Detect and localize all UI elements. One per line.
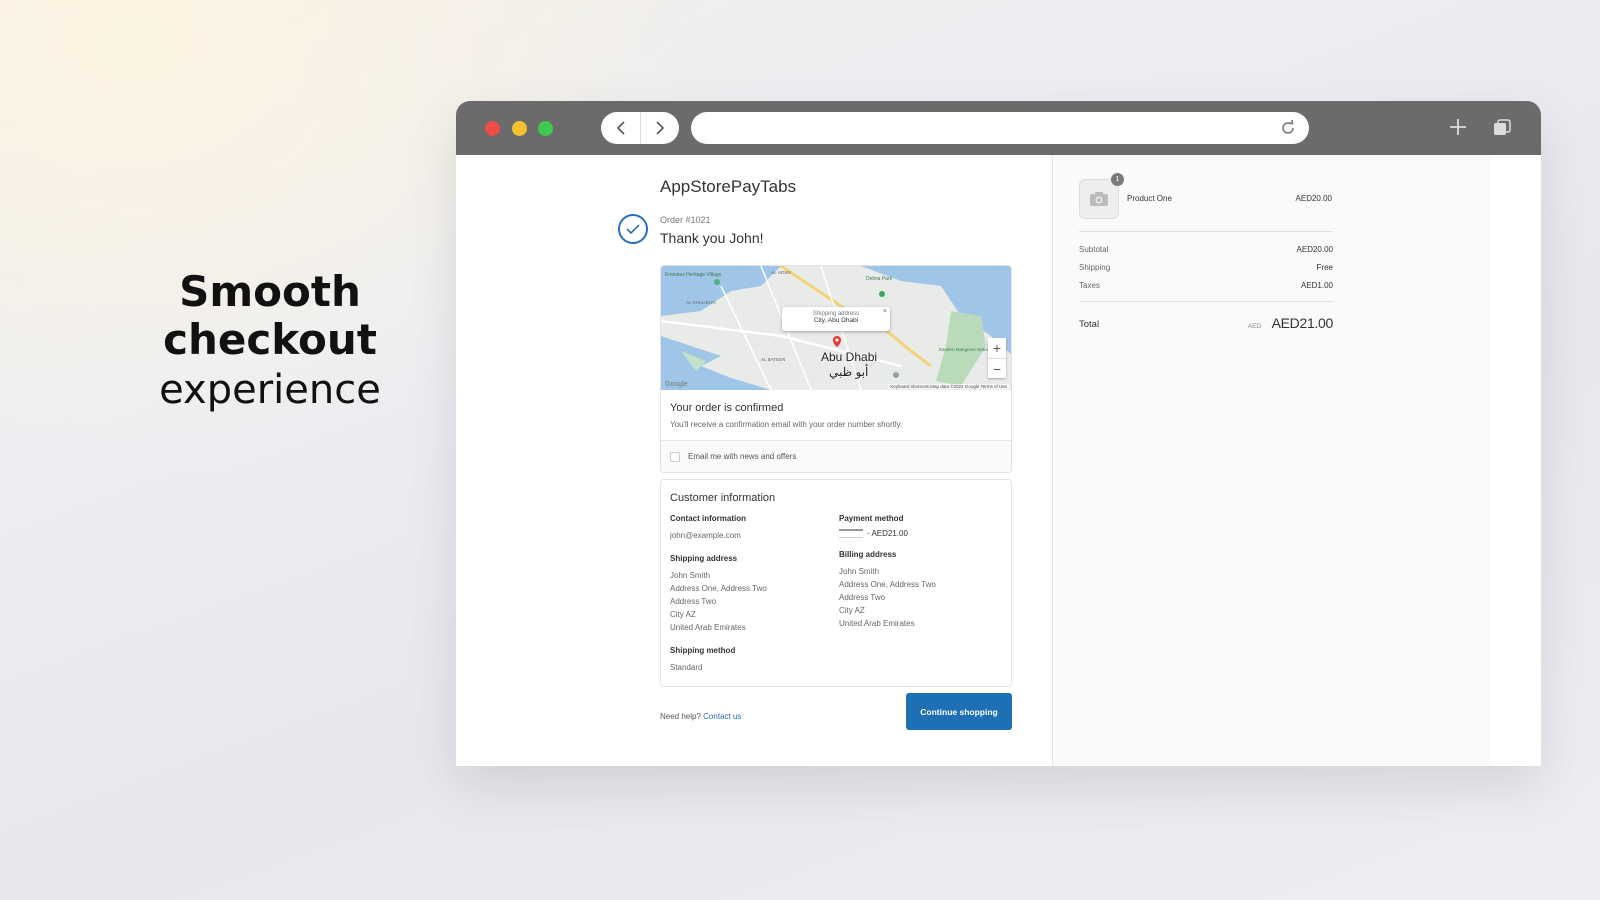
thank-you-heading: Thank you John! <box>660 230 764 246</box>
map-info-popup[interactable]: Shipping address City, Abu Dhabi × <box>782 307 890 331</box>
chevron-right-icon <box>656 121 665 135</box>
product-name: Product One <box>1127 194 1172 203</box>
confirmation-title: Your order is confirmed <box>670 402 784 414</box>
headline-line-1: Smooth <box>179 267 361 316</box>
divider <box>1079 301 1333 302</box>
email-opt-in-checkbox[interactable] <box>670 451 680 462</box>
billing-address-label: Billing address <box>839 550 897 559</box>
browser-toolbar <box>456 101 1541 155</box>
reload-icon[interactable] <box>1279 119 1297 137</box>
map-zoom-controls: + − <box>988 338 1006 378</box>
map-label-heritage-village: Emirates Heritage Village <box>665 272 722 278</box>
back-button[interactable] <box>601 112 640 144</box>
map-label-bateen: AL BATEEN <box>761 357 785 362</box>
zoom-in-button[interactable]: + <box>988 338 1006 358</box>
divider <box>1079 231 1333 232</box>
customer-info-title: Customer information <box>670 492 776 504</box>
shipping-address-line: City AZ <box>670 610 696 619</box>
map-label-delma-park: Delma Park <box>866 276 893 282</box>
payment-method-label: Payment method <box>839 514 904 523</box>
map-attribution[interactable]: Keyboard shortcuts Map data ©2022 Google… <box>888 384 1009 389</box>
subtotal-row: Subtotal AED20.00 <box>1079 245 1333 254</box>
payment-method-value-row: - AED21.00 <box>839 529 1004 538</box>
shipping-row: Shipping Free <box>1079 263 1333 272</box>
google-logo: Google <box>665 381 688 388</box>
billing-address-line: United Arab Emirates <box>839 619 915 628</box>
minimize-window-button[interactable] <box>512 121 527 136</box>
continue-shopping-button[interactable]: Continue shopping <box>906 693 1012 730</box>
shipping-value: Free <box>1316 263 1333 272</box>
order-summary-panel: 1 Product One AED20.00 Subtotal AED20.00… <box>1052 155 1491 766</box>
total-label: Total <box>1079 318 1100 330</box>
contact-info-value: john@example.com <box>670 531 741 540</box>
product-price: AED20.00 <box>1295 194 1332 203</box>
need-help-label: Need help? <box>660 712 701 721</box>
contact-us-link[interactable]: Contact us <box>703 712 741 721</box>
popup-value: City, Abu Dhabi <box>813 317 859 324</box>
forward-button[interactable] <box>640 112 679 144</box>
close-window-button[interactable] <box>485 121 500 136</box>
address-bar[interactable] <box>691 112 1309 144</box>
navigation-buttons <box>601 112 679 144</box>
product-thumbnail <box>1079 179 1119 219</box>
taxes-value: AED1.00 <box>1300 281 1333 290</box>
total-row: Total AED AED21.00 <box>1079 315 1333 333</box>
map-city-label: Abu Dhabi <box>821 350 878 364</box>
email-opt-in-label[interactable]: Email me with news and offers <box>688 452 796 461</box>
credit-card-icon <box>839 529 863 538</box>
map-label-hosn: AL HOSN <box>771 270 791 275</box>
page-content: AppStorePayTabs Order #1021 Thank you Jo… <box>456 155 1541 766</box>
tabs-overview-icon[interactable] <box>1492 118 1512 138</box>
subtotal-label: Subtotal <box>1079 245 1109 254</box>
customer-information-card: Customer information Contact information… <box>660 479 1012 687</box>
total-currency: AED <box>1247 323 1262 330</box>
quantity-badge: 1 <box>1111 173 1124 186</box>
billing-address-line: Address One, Address Two <box>839 580 936 589</box>
shipping-label: Shipping <box>1079 263 1111 272</box>
maximize-window-button[interactable] <box>538 121 553 136</box>
map-label-khalidiya: AL KHALIDIYA <box>686 300 716 305</box>
payment-method-value: - AED21.00 <box>867 529 908 538</box>
zoom-out-button[interactable]: − <box>988 358 1006 379</box>
shipping-address-line: Address Two <box>670 597 717 606</box>
camera-icon <box>1090 192 1108 206</box>
headline-line-3: experience <box>159 367 381 413</box>
browser-window: AppStorePayTabs Order #1021 Thank you Jo… <box>456 101 1541 766</box>
customer-info-left-column: Contact information john@example.com Shi… <box>670 514 835 686</box>
shipping-map[interactable]: Emirates Heritage Village Delma Park AL … <box>661 266 1011 390</box>
shipping-address-line: Address One, Address Two <box>670 584 767 593</box>
customer-info-right-column: Payment method - AED21.00 Billing addres… <box>839 514 1004 642</box>
confirmation-subtitle: You'll receive a confirmation email with… <box>670 420 903 429</box>
shipping-address-line: United Arab Emirates <box>670 623 746 632</box>
contact-info-label: Contact information <box>670 514 746 523</box>
new-tab-icon[interactable] <box>1448 117 1468 137</box>
order-main-panel: AppStorePayTabs Order #1021 Thank you Jo… <box>456 155 1052 766</box>
billing-address-line: John Smith <box>839 567 880 576</box>
shipping-address-line: John Smith <box>670 571 711 580</box>
headline-line-2: checkout <box>163 315 377 364</box>
taxes-label: Taxes <box>1079 281 1100 290</box>
page-right-margin <box>1491 155 1541 766</box>
chevron-left-icon <box>616 121 625 135</box>
billing-address-line: Address Two <box>839 593 886 602</box>
check-circle-icon <box>618 214 648 244</box>
confirmation-text: Your order is confirmed You'll receive a… <box>661 390 1011 429</box>
email-opt-in-row[interactable]: Email me with news and offers <box>661 440 1011 472</box>
billing-address-line: City AZ <box>839 606 865 615</box>
order-number: Order #1021 <box>660 215 711 225</box>
total-value: AED21.00 <box>1271 315 1334 331</box>
subtotal-value: AED20.00 <box>1296 245 1333 254</box>
order-confirmed-card: Emirates Heritage Village Delma Park AL … <box>660 265 1012 473</box>
map-city-label-arabic: أبو ظبي <box>829 365 869 379</box>
close-popup-icon[interactable]: × <box>883 308 887 315</box>
headline: Smooth checkout experience <box>105 268 435 414</box>
taxes-row: Taxes AED1.00 <box>1079 281 1333 290</box>
shipping-method-label: Shipping method <box>670 646 736 655</box>
shipping-method-value: Standard <box>670 663 703 672</box>
store-name[interactable]: AppStorePayTabs <box>660 177 796 197</box>
shipping-address-label: Shipping address <box>670 554 738 563</box>
help-text: Need help? Contact us <box>660 712 741 721</box>
